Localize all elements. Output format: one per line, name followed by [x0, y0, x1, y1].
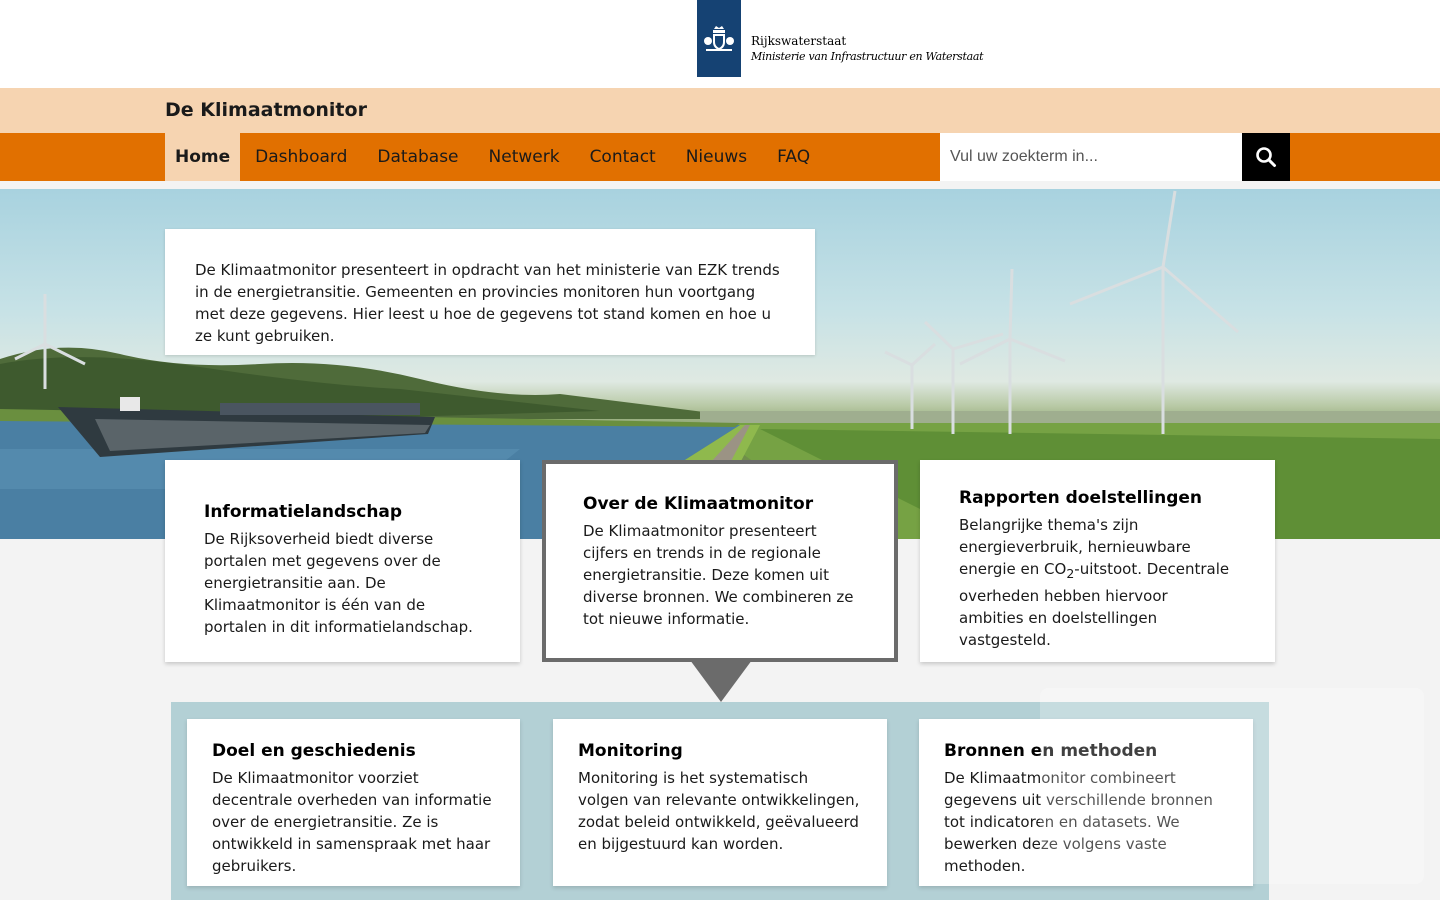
- nav-item-netwerk[interactable]: Netwerk: [474, 133, 575, 181]
- org-name: Rijkswaterstaat: [751, 34, 847, 48]
- card-informatielandschap[interactable]: Informatielandschap De Rijksoverheid bie…: [165, 460, 520, 662]
- nav-item-database[interactable]: Database: [362, 133, 473, 181]
- site-title[interactable]: De Klimaatmonitor: [165, 99, 367, 121]
- card-rapporten-doelstellingen[interactable]: Rapporten doelstellingen Belangrijke the…: [920, 460, 1275, 662]
- subcard-monitoring[interactable]: Monitoring Monitoring is het systematisc…: [553, 719, 887, 886]
- ministry-name: Ministerie van Infrastructuur en Waterst…: [751, 50, 984, 63]
- card-text: De Klimaatmonitor presenteert cijfers en…: [583, 522, 854, 628]
- subcard-text: Monitoring is het systematisch volgen va…: [578, 769, 860, 853]
- card-title: Informatielandschap: [204, 502, 403, 522]
- intro-card: De Klimaatmonitor presenteert in opdrach…: [165, 229, 815, 355]
- search-button[interactable]: [1242, 133, 1290, 181]
- subcard-title: Monitoring: [578, 741, 683, 761]
- logo-wordmark[interactable]: Rijkswaterstaat Ministerie van Infrastru…: [751, 34, 984, 64]
- card-title: Over de Klimaatmonitor: [583, 494, 814, 514]
- intro-text: De Klimaatmonitor presenteert in opdrach…: [195, 261, 780, 345]
- crown-emblem-icon: [704, 25, 734, 51]
- subcard-text: De Klimaatmonitor voorziet decentrale ov…: [212, 769, 492, 875]
- card-text: De Rijksoverheid biedt diverse portalen …: [204, 530, 473, 636]
- card-over-de-klimaatmonitor[interactable]: Over de Klimaatmonitor De Klimaatmonitor…: [542, 460, 898, 662]
- subcard-title: Doel en geschiedenis: [212, 741, 416, 761]
- search-icon: [1256, 147, 1276, 167]
- faded-overlay-panel: [1040, 688, 1424, 884]
- nav-item-home[interactable]: Home: [165, 133, 241, 181]
- coat-of-arms-logo[interactable]: [697, 0, 741, 77]
- search-input[interactable]: [940, 133, 1242, 181]
- card-text: Belangrijke thema's zijn energieverbruik…: [959, 514, 1236, 651]
- main-nav: Home Dashboard Database Netwerk Contact …: [165, 133, 825, 181]
- card-title: Rapporten doelstellingen: [959, 488, 1203, 508]
- nav-item-dashboard[interactable]: Dashboard: [240, 133, 362, 181]
- nav-item-faq[interactable]: FAQ: [762, 133, 825, 181]
- nav-item-nieuws[interactable]: Nieuws: [671, 133, 762, 181]
- subcard-doel-en-geschiedenis[interactable]: Doel en geschiedenis De Klimaatmonitor v…: [187, 719, 520, 886]
- nav-item-contact[interactable]: Contact: [575, 133, 671, 181]
- selected-card-pointer: [690, 660, 752, 702]
